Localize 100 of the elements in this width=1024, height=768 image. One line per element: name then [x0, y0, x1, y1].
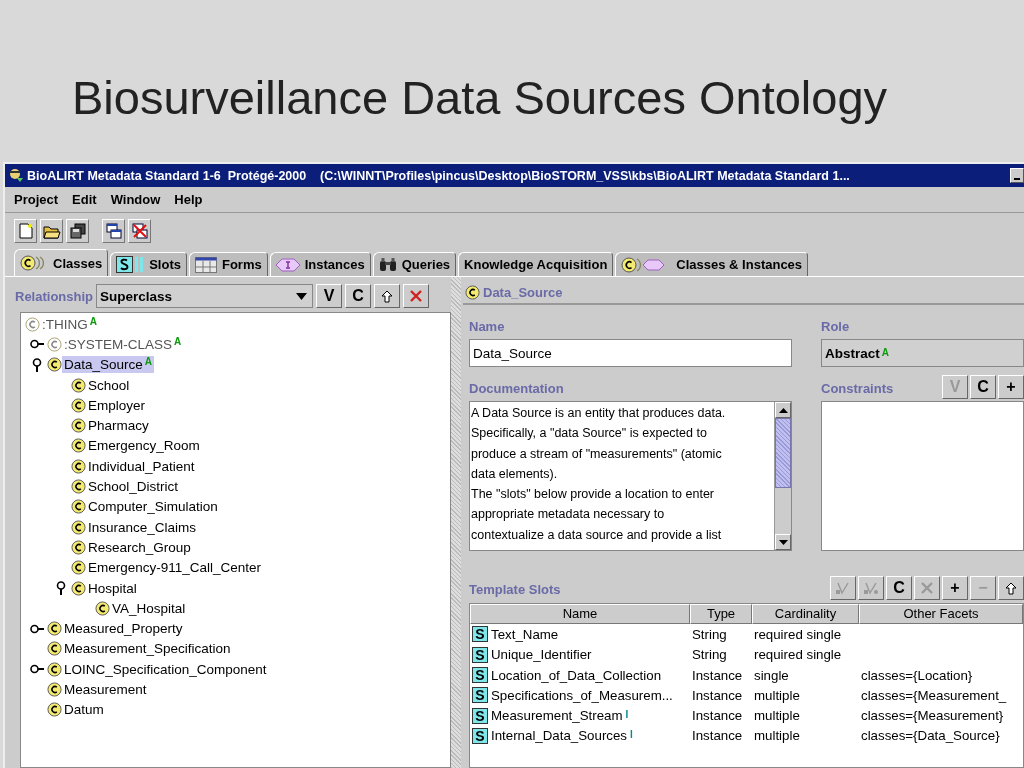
table-cell: Measurement_Stream: [491, 708, 623, 724]
abstract-mark-label: A: [881, 348, 889, 358]
text-button[interactable]: +: [942, 576, 968, 600]
table-cell-text: required single: [753, 647, 843, 663]
open-button[interactable]: [40, 219, 63, 243]
name-field[interactable]: Data_Source: [469, 339, 792, 367]
column-header[interactable]: Type: [690, 604, 752, 625]
table-cell: Specifications_of_Measurem...: [491, 687, 673, 703]
class-icon: [47, 336, 62, 352]
table-cell-text: multiple: [753, 728, 801, 744]
table-cell-text: classes={Location}: [860, 667, 974, 683]
slot-icon: [116, 256, 145, 273]
slot-icon: S: [472, 707, 488, 724]
text-button[interactable]: +: [998, 375, 1024, 399]
menu-item[interactable]: Edit: [72, 192, 97, 207]
delete-icon: [409, 289, 423, 303]
class-icon: [71, 580, 86, 596]
documentation-field[interactable]: [469, 401, 792, 551]
template-slots-label: Template Slots: [469, 582, 561, 599]
class-icon: [47, 641, 62, 657]
form-icon: [194, 256, 217, 273]
class-icon: [47, 621, 62, 637]
name-label: Name: [469, 319, 505, 334]
menu-item[interactable]: Window: [110, 192, 161, 207]
column-header[interactable]: Other Facets: [859, 604, 1023, 625]
slide-title: Biosurveillance Data Sources Ontology: [72, 69, 888, 125]
check-icon: [863, 581, 879, 595]
table-cell-text: classes={Measurement_: [860, 687, 1008, 703]
windows-icon: [105, 223, 122, 239]
class-icon: [47, 661, 62, 677]
class-icon: [71, 479, 86, 494]
tab[interactable]: Classes & Instances: [615, 252, 809, 276]
column-header[interactable]: Name: [470, 604, 690, 625]
minimize-icon: [1014, 178, 1020, 180]
relationship-dropdown[interactable]: Superclass: [96, 284, 313, 308]
abstract-mark-label: A: [144, 357, 153, 368]
text-button[interactable]: C: [345, 284, 371, 308]
table-cell-text: Instance: [691, 667, 744, 683]
text-button[interactable]: C: [970, 375, 996, 399]
save-button[interactable]: [66, 219, 89, 243]
check-icon: [835, 581, 851, 595]
scroll-down-icon[interactable]: [778, 539, 788, 545]
class-icon: [47, 682, 62, 697]
close-windows-button[interactable]: [128, 219, 151, 243]
abstract-mark-label: A: [174, 336, 182, 347]
class-icon: [95, 600, 110, 616]
move-up-button[interactable]: [998, 576, 1024, 600]
move-up-button[interactable]: [374, 284, 400, 308]
class-icon: [71, 519, 86, 535]
class-icon: [25, 316, 40, 332]
slot-icon: S: [472, 667, 488, 684]
new-button[interactable]: [14, 219, 37, 243]
text-button[interactable]: C: [886, 576, 912, 600]
tab[interactable]: Classes: [14, 249, 109, 276]
table-cell-text: String: [691, 626, 728, 642]
delete-button[interactable]: [403, 284, 429, 308]
dropdown-caret-icon: [296, 292, 307, 300]
instance-icon: [275, 257, 300, 272]
table-cell: Text_Name: [491, 626, 559, 642]
text-button[interactable]: V: [316, 284, 342, 308]
class-icon: [71, 499, 86, 515]
table-cell-text: classes={Measurement}: [860, 708, 1005, 724]
menu-item[interactable]: Help: [174, 192, 203, 207]
form-header: Data_Source: [483, 284, 563, 300]
constraints-label: Constraints: [821, 381, 894, 398]
table-cell-text: Instance: [691, 687, 744, 703]
minimize-button[interactable]: [1010, 168, 1024, 183]
slot-icon: S: [472, 687, 488, 704]
tab[interactable]: Instances: [269, 252, 371, 276]
binoculars-icon: [378, 257, 397, 272]
tab[interactable]: Queries: [372, 252, 457, 276]
table-cell: Unique_Identifier: [491, 647, 592, 663]
abstract-mark-label: A: [89, 316, 97, 327]
up-arrow-icon: [381, 289, 393, 303]
slot-icon: S: [472, 646, 488, 663]
menu-item[interactable]: Project: [14, 192, 59, 207]
table-cell: Location_of_Data_Collection: [491, 667, 662, 683]
documentation-text: A Data Source is an entity that produces data. Specifically, a "data Source" is expected to produce a stream of "measurements" (atomic data elements). The "slots" below provide a location to enter appropriate metadata necessary to contextualize a data source and provide a list: [470, 405, 727, 544]
table-cell: Internal_Data_Sources: [491, 728, 627, 744]
documentation-label: Documentation: [469, 381, 564, 396]
class-icon: [465, 284, 480, 300]
class-icon: [71, 377, 86, 393]
windows-button[interactable]: [102, 219, 125, 243]
tab[interactable]: Knowledge Acquisition: [458, 252, 614, 276]
tab[interactable]: Forms: [188, 252, 268, 276]
tab[interactable]: Slots: [110, 252, 187, 276]
column-header[interactable]: Cardinality: [752, 604, 859, 625]
relationship-label: Relationship: [15, 288, 93, 304]
class-icon: [47, 357, 62, 373]
role-label: Role: [821, 319, 850, 334]
table-cell-text: classes={Data_Source}: [860, 728, 1001, 744]
inherited-mark-label: I: [625, 708, 629, 720]
scroll-up-icon[interactable]: [778, 407, 788, 413]
role-dropdown[interactable]: Abstract$^{A}$: [821, 339, 1024, 367]
class-icon: [71, 560, 86, 576]
class-icon: [71, 438, 86, 454]
constraints-list[interactable]: [821, 401, 1024, 551]
window-title: BioALIRT Metadata Standard 1-6 Protégé-2000 (C:\WINNT\Profiles\pincus\Desktop\BioSTORM_VSS\kbs\BioALIRT Metadata Standard 1...: [27, 168, 851, 183]
scrollbar[interactable]: [774, 402, 791, 550]
class-icon: [71, 458, 86, 474]
